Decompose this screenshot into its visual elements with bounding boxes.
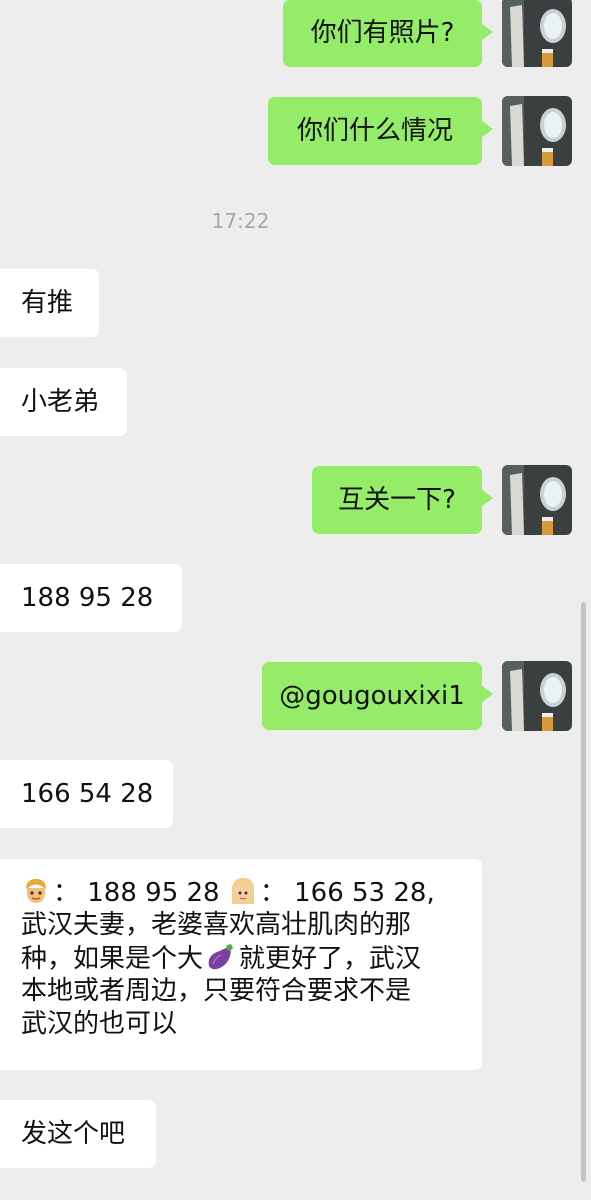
message-line: 武汉的也可以 [21,1009,178,1039]
message-text: 188 95 28 [21,582,154,613]
scrollbar-thumb[interactable] [581,602,586,1182]
message-bubble-outgoing[interactable]: 你们什么情况 [268,97,493,165]
message-text: 小老弟 [21,386,100,417]
man-emoji-icon [26,879,46,903]
message-timestamp: 17:22 [211,209,270,233]
user-avatar[interactable] [502,96,572,166]
message-bubble-outgoing[interactable]: 互关一下? [312,466,493,534]
message-text: 就更好了，武汉 [239,944,422,974]
message-text: ： 188 95 28 [53,878,228,908]
message-line: 武汉夫妻，老婆喜欢高壮肌肉的那 [21,910,412,940]
message-bubble-outgoing[interactable]: @gougouxixi1 [262,662,493,730]
user-avatar[interactable] [502,465,572,535]
message-text: 166 54 28 [21,778,154,809]
message-text: 你们有照片? [310,18,455,48]
airplane-window-avatar-icon [502,465,572,535]
message-bubble-incoming[interactable]: 小老弟 [0,368,127,436]
airplane-window-avatar-icon [502,96,572,166]
message-bubble-incoming[interactable]: 有推 [0,269,99,337]
message-text: @gougouxixi1 [279,680,465,711]
message-text: ： 166 53 28, [259,878,435,908]
message-line: ： 188 95 28 ： 166 53 28, [21,876,461,909]
message-text: 有推 [21,287,74,318]
message-bubble-incoming[interactable]: ： 188 95 28 ： 166 53 28, 武汉夫妻，老婆喜欢高壮肌肉的那… [0,859,482,1070]
eggplant-emoji-icon [208,944,234,970]
message-bubble-incoming[interactable]: 166 54 28 [0,760,173,828]
message-bubble-incoming[interactable]: 发这个吧 [0,1100,156,1168]
woman-blond-emoji-icon [231,878,254,904]
message-text: 你们什么情况 [296,115,453,146]
message-line: 本地或者周边，只要符合要求不是 [21,976,412,1006]
chat-message-list[interactable]: 你们有照片? 你们什么情况 17:22 有推 小老弟 互关一下? 188 95 … [0,0,591,1200]
airplane-window-avatar-icon [502,0,572,67]
message-text: 互关一下? [338,484,456,515]
message-line: 种，如果是个大 就更好了，武汉 [21,942,461,975]
message-bubble-incoming[interactable]: 188 95 28 [0,564,182,632]
airplane-window-avatar-icon [502,661,572,731]
message-text: 种，如果是个大 [21,944,204,974]
message-text: 发这个吧 [21,1118,126,1149]
user-avatar[interactable] [502,0,572,67]
user-avatar[interactable] [502,661,572,731]
message-bubble-outgoing[interactable]: 你们有照片? [283,0,493,67]
